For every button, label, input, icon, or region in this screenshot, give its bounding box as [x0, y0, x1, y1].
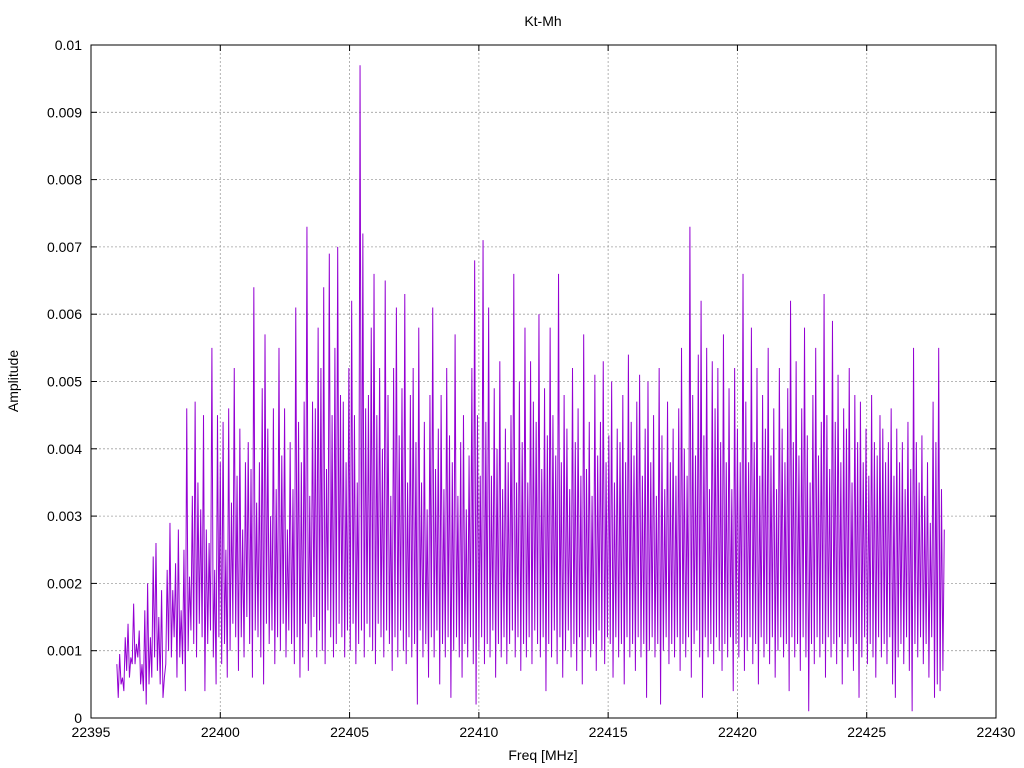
- y-tick-label: 0.001: [47, 643, 82, 659]
- x-tick-label: 22415: [589, 724, 628, 740]
- x-tick-label: 22395: [72, 724, 111, 740]
- y-tick-label: 0.006: [47, 306, 82, 322]
- x-tick-label: 22420: [718, 724, 757, 740]
- y-tick-label: 0.002: [47, 575, 82, 591]
- y-tick-label: 0.005: [47, 374, 82, 390]
- y-tick-label: 0.008: [47, 172, 82, 188]
- x-tick-label: 22405: [330, 724, 369, 740]
- y-tick-label: 0.003: [47, 508, 82, 524]
- x-tick-label: 22410: [459, 724, 498, 740]
- y-tick-label: 0.007: [47, 239, 82, 255]
- y-tick-label: 0.01: [55, 37, 82, 53]
- y-axis-label: Amplitude: [5, 350, 21, 412]
- chart: 22395 22400 22405 22410 22415 22420 22425 22430…: [0, 0, 1024, 768]
- chart-title: Kt-Mh: [524, 13, 561, 29]
- x-axis-label: Freq [MHz]: [508, 747, 577, 763]
- x-tick-label: 22430: [977, 724, 1016, 740]
- x-tick-label: 22425: [847, 724, 886, 740]
- y-tick-label: 0: [74, 710, 82, 726]
- chart-background: [0, 0, 1024, 768]
- x-tick-label: 22400: [201, 724, 240, 740]
- y-tick-label: 0.004: [47, 441, 82, 457]
- y-tick-label: 0.009: [47, 104, 82, 120]
